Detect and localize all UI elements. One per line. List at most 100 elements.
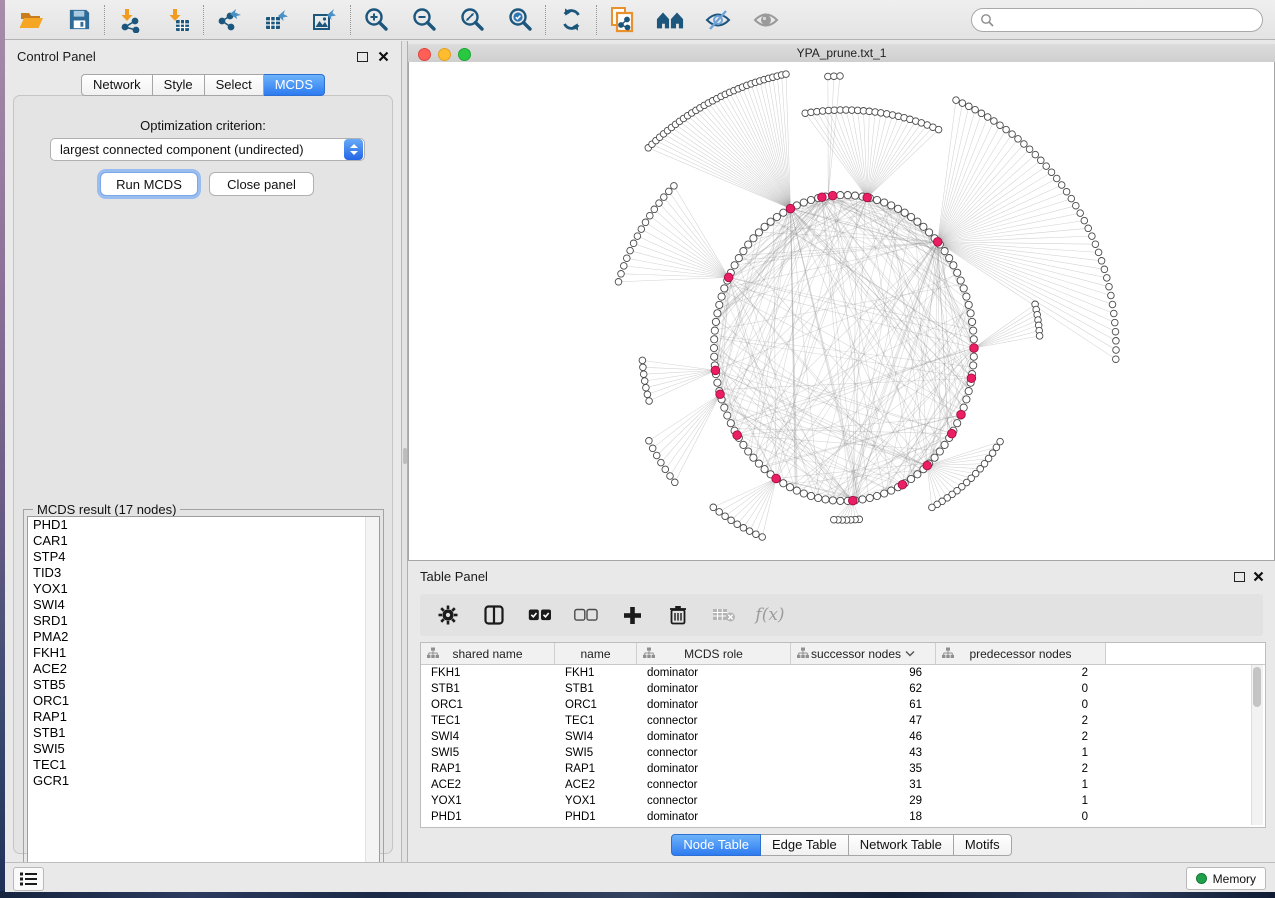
vertical-splitter[interactable] xyxy=(401,41,408,862)
leaf-node[interactable] xyxy=(662,466,669,473)
zoom-selected-button[interactable] xyxy=(506,6,534,34)
leaf-node[interactable] xyxy=(658,459,665,466)
leaf-node[interactable] xyxy=(991,118,998,125)
network-from-selection-button[interactable] xyxy=(608,6,636,34)
leaf-node[interactable] xyxy=(1112,319,1119,326)
ring-node[interactable] xyxy=(714,379,721,386)
apply-layout-button[interactable] xyxy=(557,6,585,34)
leaf-node[interactable] xyxy=(642,219,649,226)
ring-node[interactable] xyxy=(745,448,752,455)
mcds-hub-node[interactable] xyxy=(786,204,795,213)
leaf-node[interactable] xyxy=(1092,241,1099,248)
leaf-node[interactable] xyxy=(1053,175,1060,182)
ring-node[interactable] xyxy=(957,277,964,284)
leaf-node[interactable] xyxy=(1032,151,1039,158)
tab-network[interactable]: Network xyxy=(81,74,153,96)
run-mcds-button[interactable]: Run MCDS xyxy=(100,172,198,196)
leaf-node[interactable] xyxy=(734,521,741,528)
leaf-node[interactable] xyxy=(1113,356,1120,363)
leaf-node[interactable] xyxy=(618,271,625,278)
mcds-result-item[interactable]: ACE2 xyxy=(28,661,379,677)
close-panel-icon[interactable] xyxy=(378,51,389,62)
ring-node[interactable] xyxy=(936,448,943,455)
ring-node[interactable] xyxy=(714,310,721,317)
mcds-result-item[interactable]: STB5 xyxy=(28,677,379,693)
mcds-result-item[interactable]: STB1 xyxy=(28,725,379,741)
table-row[interactable]: TEC1TEC1connector472 xyxy=(421,713,1265,729)
leaf-node[interactable] xyxy=(746,528,753,535)
leaf-node[interactable] xyxy=(710,504,717,511)
leaf-node[interactable] xyxy=(640,371,647,378)
column-header-shared-name[interactable]: shared name xyxy=(421,643,555,664)
tab-network-table[interactable]: Network Table xyxy=(849,834,954,856)
ring-node[interactable] xyxy=(908,213,915,220)
mcds-result-item[interactable]: SWI4 xyxy=(28,597,379,613)
ring-node[interactable] xyxy=(755,460,762,467)
zoom-in-button[interactable] xyxy=(362,6,390,34)
leaf-node[interactable] xyxy=(1021,141,1028,148)
ring-node[interactable] xyxy=(773,213,780,220)
ring-node[interactable] xyxy=(780,480,787,487)
add-column-button[interactable] xyxy=(620,603,644,627)
ring-node[interactable] xyxy=(750,454,757,461)
mcds-result-item[interactable]: PMA2 xyxy=(28,629,379,645)
leaf-node[interactable] xyxy=(656,200,663,207)
mcds-result-item[interactable]: STP4 xyxy=(28,549,379,565)
leaf-node[interactable] xyxy=(661,194,668,201)
leaf-node[interactable] xyxy=(647,212,654,219)
table-scrollbar-thumb[interactable] xyxy=(1253,667,1261,707)
tab-edge-table[interactable]: Edge Table xyxy=(761,834,849,856)
mcds-result-item[interactable]: GCR1 xyxy=(28,773,379,789)
leaf-node[interactable] xyxy=(929,504,936,511)
table-row[interactable]: ACE2ACE2connector311 xyxy=(421,777,1265,793)
leaf-node[interactable] xyxy=(837,73,844,80)
ring-node[interactable] xyxy=(837,497,844,504)
leaf-node[interactable] xyxy=(1109,301,1116,308)
mcds-hub-node[interactable] xyxy=(898,480,907,489)
leaf-node[interactable] xyxy=(1026,146,1033,153)
table-row[interactable]: SWI4SWI4dominator462 xyxy=(421,729,1265,745)
leaf-node[interactable] xyxy=(1089,233,1096,240)
table-row[interactable]: YOX1YOX1connector291 xyxy=(421,793,1265,809)
ring-node[interactable] xyxy=(711,336,718,343)
ring-node[interactable] xyxy=(822,496,829,503)
deselect-all-button[interactable] xyxy=(574,603,598,627)
mcds-hub-node[interactable] xyxy=(863,193,872,202)
leaf-node[interactable] xyxy=(1106,283,1113,290)
ring-node[interactable] xyxy=(807,196,814,203)
leaf-node[interactable] xyxy=(627,247,634,254)
mcds-hub-node[interactable] xyxy=(957,410,966,419)
select-all-button[interactable] xyxy=(528,603,552,627)
ring-node[interactable] xyxy=(793,487,800,494)
tab-mcds[interactable]: MCDS xyxy=(264,74,325,96)
ring-node[interactable] xyxy=(829,497,836,504)
ring-node[interactable] xyxy=(724,412,731,419)
save-session-button[interactable] xyxy=(65,6,93,34)
leaf-node[interactable] xyxy=(966,103,973,110)
leaf-node[interactable] xyxy=(1043,163,1050,170)
leaf-node[interactable] xyxy=(672,479,679,486)
first-neighbors-button[interactable] xyxy=(656,6,684,34)
ring-node[interactable] xyxy=(837,192,844,199)
mcds-hub-node[interactable] xyxy=(923,461,932,470)
ring-node[interactable] xyxy=(800,199,807,206)
ring-node[interactable] xyxy=(731,262,738,269)
float-table-panel-icon[interactable] xyxy=(1234,572,1245,582)
ring-node[interactable] xyxy=(950,262,957,269)
ring-node[interactable] xyxy=(740,441,747,448)
leaf-node[interactable] xyxy=(666,188,673,195)
mcds-hub-node[interactable] xyxy=(970,344,979,353)
leaf-node[interactable] xyxy=(1077,210,1084,217)
mcds-hub-node[interactable] xyxy=(716,390,725,399)
leaf-node[interactable] xyxy=(759,534,766,541)
leaf-node[interactable] xyxy=(649,445,656,452)
ring-node[interactable] xyxy=(815,494,822,501)
leaf-node[interactable] xyxy=(1108,292,1115,299)
float-panel-icon[interactable] xyxy=(357,52,368,62)
close-panel-button[interactable]: Close panel xyxy=(209,172,314,196)
ring-node[interactable] xyxy=(866,494,873,501)
ring-node[interactable] xyxy=(954,269,961,276)
ring-node[interactable] xyxy=(716,301,723,308)
column-header-predecessor-nodes[interactable]: predecessor nodes xyxy=(936,643,1106,664)
leaf-node[interactable] xyxy=(667,473,674,480)
